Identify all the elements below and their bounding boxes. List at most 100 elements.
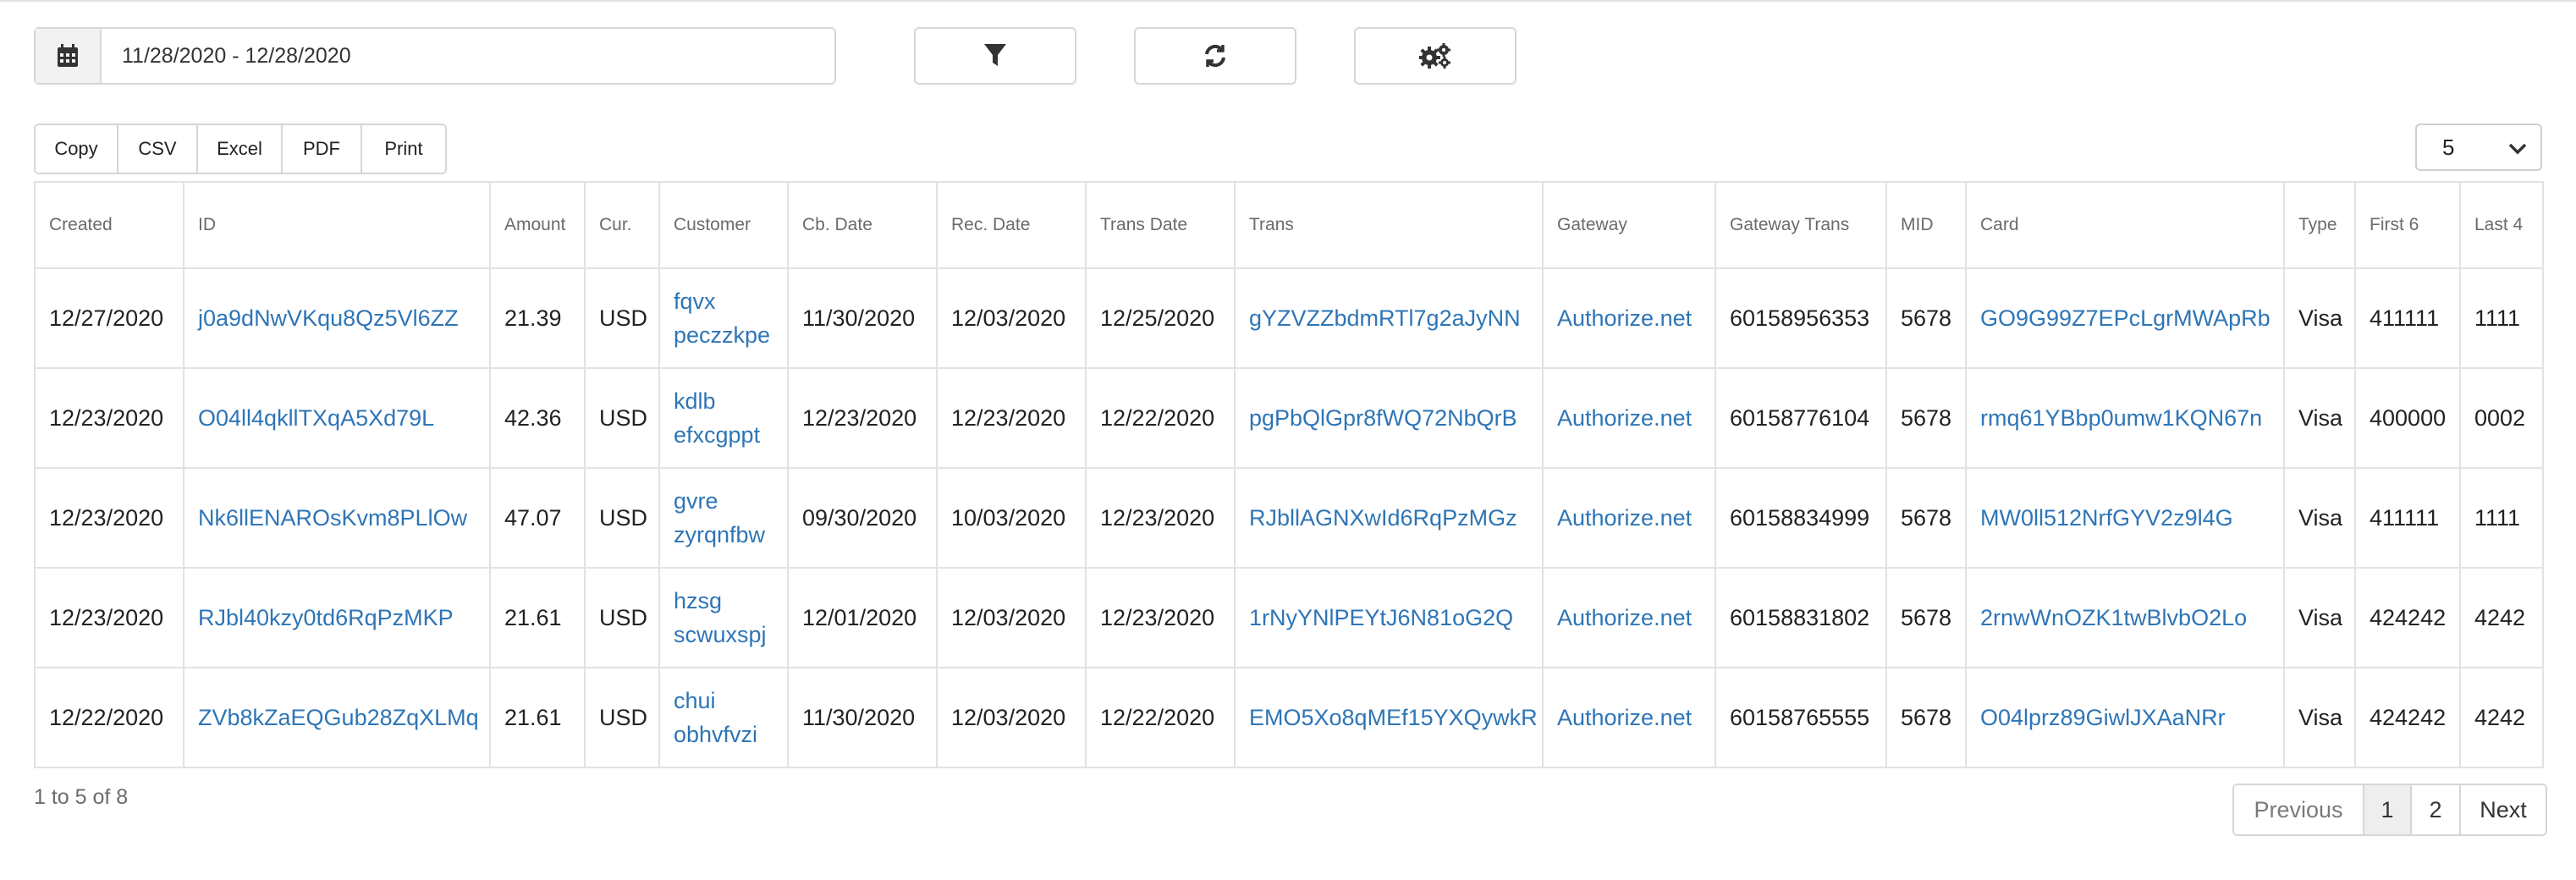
card-link[interactable]: 2rnwWnOZK1twBlvbO2Lo xyxy=(1980,605,2247,630)
cell-currency: USD xyxy=(584,567,660,668)
next-page-button[interactable]: Next xyxy=(2461,785,2546,834)
header-mid[interactable]: MID xyxy=(1885,181,1967,269)
id-link[interactable]: j0a9dNwVKqu8Qz5Vl6ZZ xyxy=(198,305,459,331)
cell-type: Visa xyxy=(2283,267,2356,369)
cell-rec-date: 12/23/2020 xyxy=(936,367,1087,469)
cell-first-6: 400000 xyxy=(2354,367,2461,469)
table-row: 12/23/2020 Nk6llENAROsKvm8PLlOw 47.07 US… xyxy=(34,467,2544,569)
cell-gateway-trans: 60158776104 xyxy=(1715,367,1887,469)
header-card[interactable]: Card xyxy=(1965,181,2285,269)
cell-first-6: 424242 xyxy=(2354,667,2461,768)
card-link[interactable]: GO9G99Z7EPcLgrMWApRb xyxy=(1980,305,2271,331)
cell-id: ZVb8kZaEQGub28ZqXLMq xyxy=(183,667,491,768)
page-2-button[interactable]: 2 xyxy=(2412,785,2461,834)
cell-rec-date: 10/03/2020 xyxy=(936,467,1087,569)
page-length-select[interactable]: 5 xyxy=(2415,124,2542,171)
id-link[interactable]: RJbl40kzy0td6RqPzMKP xyxy=(198,605,454,630)
settings-button[interactable] xyxy=(1354,27,1516,85)
calendar-icon[interactable] xyxy=(36,29,102,83)
cell-cb-date: 11/30/2020 xyxy=(787,267,938,369)
id-link[interactable]: ZVb8kZaEQGub28ZqXLMq xyxy=(198,705,479,730)
trans-link[interactable]: 1rNyYNlPEYtJ6N81oG2Q xyxy=(1249,605,1513,630)
date-range-picker[interactable] xyxy=(34,27,836,85)
id-link[interactable]: O04ll4qkllTXqA5Xd79L xyxy=(198,405,434,431)
header-cb-date[interactable]: Cb. Date xyxy=(787,181,938,269)
cell-gateway-trans: 60158956353 xyxy=(1715,267,1887,369)
cell-currency: USD xyxy=(584,267,660,369)
cell-mid: 5678 xyxy=(1885,667,1967,768)
header-id[interactable]: ID xyxy=(183,181,491,269)
customer-link[interactable]: gvre zyrqnfbw xyxy=(674,488,765,547)
export-buttons: Copy CSV Excel PDF Print xyxy=(34,124,447,174)
previous-page-button[interactable]: Previous xyxy=(2234,785,2364,834)
header-last-4[interactable]: Last 4 xyxy=(2459,181,2544,269)
cell-id: Nk6llENAROsKvm8PLlOw xyxy=(183,467,491,569)
header-rec-date[interactable]: Rec. Date xyxy=(936,181,1087,269)
header-gateway[interactable]: Gateway xyxy=(1542,181,1716,269)
table-row: 12/23/2020 RJbl40kzy0td6RqPzMKP 21.61 US… xyxy=(34,567,2544,668)
cell-amount: 42.36 xyxy=(489,367,586,469)
header-first-6[interactable]: First 6 xyxy=(2354,181,2461,269)
transactions-table: Created ID Amount Cur. Customer Cb. Date… xyxy=(34,181,2544,768)
cell-gateway: Authorize.net xyxy=(1542,567,1716,668)
cell-gateway: Authorize.net xyxy=(1542,667,1716,768)
cell-created: 12/27/2020 xyxy=(34,267,184,369)
id-link[interactable]: Nk6llENAROsKvm8PLlOw xyxy=(198,505,467,531)
header-trans[interactable]: Trans xyxy=(1234,181,1544,269)
cell-card: rmq61YBbp0umw1KQN67n xyxy=(1965,367,2285,469)
cell-rec-date: 12/03/2020 xyxy=(936,667,1087,768)
header-created[interactable]: Created xyxy=(34,181,184,269)
copy-button[interactable]: Copy xyxy=(36,125,118,173)
customer-link[interactable]: kdlb efxcgppt xyxy=(674,388,760,448)
table-row: 12/22/2020 ZVb8kZaEQGub28ZqXLMq 21.61 US… xyxy=(34,667,2544,768)
table-header-row: Created ID Amount Cur. Customer Cb. Date… xyxy=(34,181,2544,269)
refresh-icon xyxy=(1203,43,1228,69)
header-amount[interactable]: Amount xyxy=(489,181,586,269)
cell-customer: gvre zyrqnfbw xyxy=(658,467,789,569)
csv-button[interactable]: CSV xyxy=(118,125,198,173)
print-button[interactable]: Print xyxy=(362,125,445,173)
header-currency[interactable]: Cur. xyxy=(584,181,660,269)
header-gateway-trans[interactable]: Gateway Trans xyxy=(1715,181,1887,269)
page-1-button[interactable]: 1 xyxy=(2364,785,2412,834)
date-range-input[interactable] xyxy=(102,29,834,83)
cell-customer: fqvx peczzkpe xyxy=(658,267,789,369)
trans-link[interactable]: RJbllAGNXwId6RqPzMGz xyxy=(1249,505,1517,531)
cell-id: O04ll4qkllTXqA5Xd79L xyxy=(183,367,491,469)
page-length-value: 5 xyxy=(2442,134,2455,160)
trans-link[interactable]: gYZVZZbdmRTl7g2aJyNN xyxy=(1249,305,1521,331)
customer-link[interactable]: fqvx peczzkpe xyxy=(674,289,770,348)
cell-last-4: 0002 xyxy=(2459,367,2544,469)
cell-trans: 1rNyYNlPEYtJ6N81oG2Q xyxy=(1234,567,1544,668)
cell-cb-date: 12/23/2020 xyxy=(787,367,938,469)
table-row: 12/27/2020 j0a9dNwVKqu8Qz5Vl6ZZ 21.39 US… xyxy=(34,267,2544,369)
gateway-link[interactable]: Authorize.net xyxy=(1557,405,1692,431)
customer-link[interactable]: chui obhvfvzi xyxy=(674,688,757,747)
cogs-icon xyxy=(1419,43,1451,69)
table-info: 1 to 5 of 8 xyxy=(34,785,129,809)
gateway-link[interactable]: Authorize.net xyxy=(1557,505,1692,531)
gateway-link[interactable]: Authorize.net xyxy=(1557,705,1692,730)
header-customer[interactable]: Customer xyxy=(658,181,789,269)
card-link[interactable]: O04lprz89GiwlJXAaNRr xyxy=(1980,705,2226,730)
refresh-button[interactable] xyxy=(1134,27,1296,85)
card-link[interactable]: rmq61YBbp0umw1KQN67n xyxy=(1980,405,2262,431)
filter-button[interactable] xyxy=(914,27,1076,85)
cell-last-4: 4242 xyxy=(2459,567,2544,668)
header-type[interactable]: Type xyxy=(2283,181,2356,269)
gateway-link[interactable]: Authorize.net xyxy=(1557,605,1692,630)
cell-cb-date: 11/30/2020 xyxy=(787,667,938,768)
excel-button[interactable]: Excel xyxy=(198,125,283,173)
cell-amount: 47.07 xyxy=(489,467,586,569)
gateway-link[interactable]: Authorize.net xyxy=(1557,305,1692,331)
trans-link[interactable]: pgPbQlGpr8fWQ72NbQrB xyxy=(1249,405,1517,431)
pdf-button[interactable]: PDF xyxy=(283,125,362,173)
cell-last-4: 1111 xyxy=(2459,267,2544,369)
cell-type: Visa xyxy=(2283,467,2356,569)
header-trans-date[interactable]: Trans Date xyxy=(1085,181,1236,269)
card-link[interactable]: MW0ll512NrfGYV2z9l4G xyxy=(1980,505,2233,531)
cell-amount: 21.39 xyxy=(489,267,586,369)
trans-link[interactable]: EMO5Xo8qMEf15YXQywkR xyxy=(1249,705,1538,730)
customer-link[interactable]: hzsg scwuxspj xyxy=(674,588,767,647)
cell-trans: gYZVZZbdmRTl7g2aJyNN xyxy=(1234,267,1544,369)
